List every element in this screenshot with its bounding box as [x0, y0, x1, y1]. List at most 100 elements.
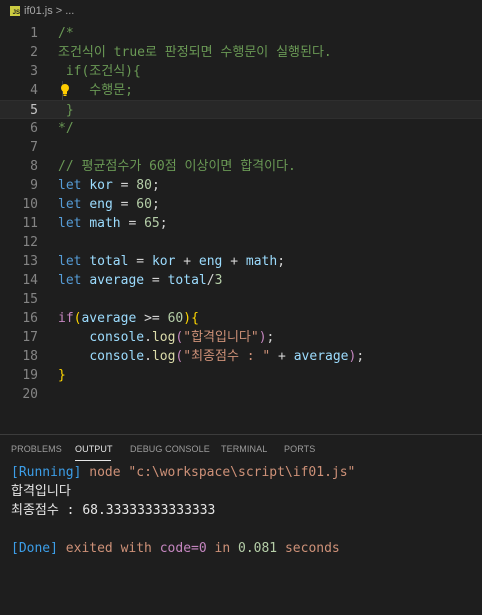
running-tag: [Running] [11, 465, 82, 480]
done-time: 0.081 [238, 541, 278, 556]
code-token: average [81, 311, 137, 326]
code-token: if(조건식){ [58, 64, 141, 79]
code-token: ; [151, 197, 160, 212]
lightbulb-icon[interactable] [60, 83, 70, 97]
code-line[interactable]: 6 */ [0, 119, 482, 138]
code-token: let [58, 273, 82, 288]
code-token: eng [198, 254, 223, 269]
breadcrumb-more[interactable]: ... [65, 5, 74, 17]
code-token: + [270, 349, 294, 364]
line-number: 15 [22, 292, 38, 307]
line-number: 16 [22, 311, 38, 326]
code-line[interactable]: 15 [0, 290, 482, 309]
line-code: // 평균점수가 60점 이상이면 합격이다. [58, 157, 296, 176]
code-line[interactable]: 11 let math = 65; [0, 214, 482, 233]
line-code: let math = 65; [58, 214, 168, 233]
code-token: */ [58, 121, 74, 136]
line-code: let eng = 60; [58, 195, 160, 214]
code-token: 3 [214, 273, 223, 288]
code-line[interactable]: 19} [0, 366, 482, 385]
code-token: >= [136, 311, 168, 326]
tab-problems[interactable]: PROBLEMS [11, 444, 62, 454]
code-line[interactable]: 20 [0, 385, 482, 404]
line-number: 4 [30, 83, 38, 98]
code-line[interactable]: 1 /* [0, 24, 482, 43]
line-number: 18 [22, 349, 38, 364]
line-code: let average = total/3 [58, 271, 222, 290]
code-line[interactable]: 14 let average = total/3 [0, 271, 482, 290]
code-line[interactable]: 10 let eng = 60; [0, 195, 482, 214]
line-number: 11 [22, 216, 38, 231]
breadcrumb-separator-icon: > [55, 5, 63, 17]
code-token: eng [89, 197, 113, 212]
tab-debug-console[interactable]: DEBUG CONSOLE [130, 444, 210, 454]
code-editor[interactable]: 1 /* 2 조건식이 true로 판정되면 수행문이 실행된다. 3 if(조건식){… [0, 24, 482, 434]
code-token: total [167, 273, 207, 288]
tab-terminal[interactable]: TERMINAL [221, 444, 267, 454]
line-number: 3 [30, 64, 38, 79]
code-token: ; [159, 216, 168, 231]
done-exit-code: code=0 [159, 541, 207, 556]
code-token: average [89, 273, 145, 288]
code-token: 80 [136, 178, 152, 193]
code-line[interactable]: 17 console.log("합격입니다"); [0, 328, 482, 347]
tab-ports[interactable]: PORTS [284, 444, 315, 454]
output-line-score: 최종점수 : 68.33333333333333 [11, 503, 216, 518]
line-number: 6 [30, 121, 38, 136]
output-running-line: [Running] node "c:\workspace\script\if01… [11, 463, 355, 482]
code-line[interactable]: 13 let total = kor + eng + math; [0, 252, 482, 271]
code-token: kor [151, 254, 176, 269]
code-token: ; [266, 330, 275, 345]
code-token: console [89, 349, 145, 364]
line-code: } [58, 366, 66, 385]
code-token: ) [258, 330, 267, 345]
line-number: 2 [30, 45, 38, 60]
line-number: 19 [22, 368, 38, 383]
breadcrumb-file[interactable]: if01.js [24, 5, 53, 17]
tab-output[interactable]: OUTPUT [75, 444, 113, 454]
running-command: node "c:\workspace\script\if01.js" [81, 465, 356, 480]
code-token: ; [277, 254, 286, 269]
code-line[interactable]: 2 조건식이 true로 판정되면 수행문이 실행된다. [0, 43, 482, 62]
line-code: console.log("최종점수 : " + average); [58, 347, 364, 366]
code-token: 조건식이 true로 판정되면 수행문이 실행된다. [58, 45, 332, 60]
code-line[interactable]: 18 console.log("최종점수 : " + average); [0, 347, 482, 366]
line-code: if(average >= 60){ [58, 309, 199, 328]
line-code: let kor = 80; [58, 176, 160, 195]
code-line[interactable]: 7 [0, 138, 482, 157]
line-code: */ [58, 119, 74, 138]
code-token: = [120, 216, 145, 231]
code-token: + [175, 254, 199, 269]
code-token: / [206, 273, 215, 288]
code-token: 60 [167, 311, 184, 326]
active-tab-indicator [75, 460, 111, 461]
code-token: if [58, 311, 74, 326]
line-number: 12 [22, 235, 38, 250]
line-number: 10 [22, 197, 38, 212]
code-line[interactable]: 16 if(average >= 60){ [0, 309, 482, 328]
code-token: { [191, 311, 199, 326]
line-number: 5 [30, 103, 38, 118]
code-token: let [58, 178, 82, 193]
code-line[interactable]: 9 let kor = 80; [0, 176, 482, 195]
code-token: ; [356, 349, 365, 364]
code-line[interactable]: 3 if(조건식){ [0, 62, 482, 81]
code-token: let [58, 197, 82, 212]
code-line[interactable]: 5 } [0, 100, 482, 119]
code-token: ) [183, 311, 192, 326]
code-token: 65 [144, 216, 160, 231]
done-text-1: exited with [57, 541, 160, 556]
output-done-line: [Done] exited with code=0 in 0.081 secon… [11, 539, 340, 558]
code-token: "합격입니다" [183, 330, 259, 345]
line-number: 1 [30, 26, 38, 41]
code-line[interactable]: 8 // 평균점수가 60점 이상이면 합격이다. [0, 157, 482, 176]
line-number: 14 [22, 273, 38, 288]
code-line[interactable]: 4 수행문; [0, 81, 482, 100]
code-token: kor [89, 178, 113, 193]
code-token: = [112, 178, 137, 193]
line-number: 9 [30, 178, 38, 193]
line-code: 조건식이 true로 판정되면 수행문이 실행된다. [58, 43, 332, 62]
code-line[interactable]: 12 [0, 233, 482, 252]
